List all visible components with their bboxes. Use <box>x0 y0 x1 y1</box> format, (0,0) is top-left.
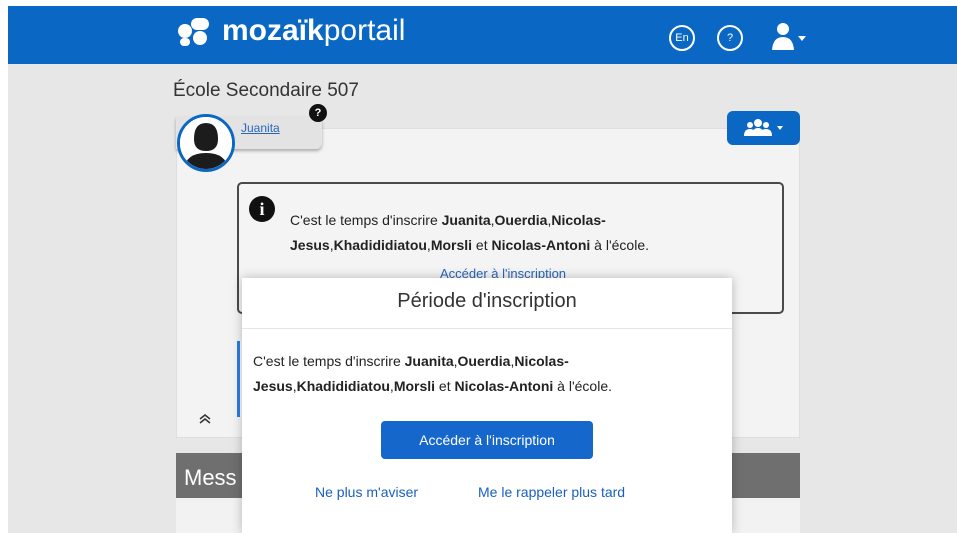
top-bar: mozaïkportail En ? <box>8 6 957 64</box>
modal-title: Période d'inscription <box>397 290 577 312</box>
student-help-badge[interactable]: ? <box>309 104 327 122</box>
student-name-link[interactable]: Juanita <box>241 121 280 135</box>
collapse-icon[interactable] <box>198 412 212 428</box>
messages-title: Mess <box>184 465 237 490</box>
logo-text: mozaïkportail <box>222 14 406 47</box>
language-button[interactable]: En <box>669 25 695 51</box>
user-menu-button[interactable] <box>770 22 810 52</box>
student-avatar[interactable] <box>177 114 235 172</box>
avatar-silhouette-icon <box>180 117 232 169</box>
user-icon <box>772 23 806 50</box>
do-not-notify-link[interactable]: Ne plus m'aviser <box>315 484 418 500</box>
group-icon <box>743 119 783 136</box>
remind-later-link[interactable]: Me le rappeler plus tard <box>478 484 625 500</box>
access-registration-button[interactable]: Accéder à l'inscription <box>381 421 593 459</box>
mozaik-logo-icon <box>178 16 212 46</box>
modal-message: C'est le temps d'inscrire Juanita,Ouerdi… <box>253 353 613 394</box>
school-name: École Secondaire 507 <box>173 80 359 101</box>
info-icon: i <box>249 196 275 222</box>
notice-text: C'est le temps d'inscrire Juanita,Ouerdi… <box>290 212 650 253</box>
help-button[interactable]: ? <box>717 25 743 51</box>
chevron-down-icon <box>798 36 806 41</box>
logo[interactable]: mozaïkportail <box>178 16 405 46</box>
chevron-down-icon <box>776 126 783 130</box>
modal-divider <box>242 328 732 329</box>
registration-modal: Période d'inscription C'est le temps d'i… <box>242 278 732 533</box>
students-group-button[interactable] <box>727 111 800 145</box>
